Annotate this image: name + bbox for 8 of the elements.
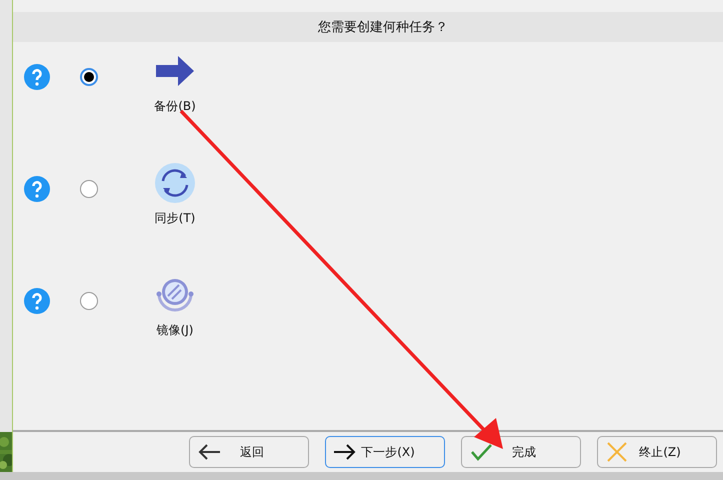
option-label: 镜像(J) <box>156 322 194 339</box>
finish-button[interactable]: 完成 <box>461 436 581 468</box>
back-button[interactable]: 返回 <box>189 436 309 468</box>
option-label: 同步(T) <box>154 210 196 227</box>
next-button[interactable]: 下一步(X) <box>325 436 445 468</box>
dialog-title: 您需要创建何种任务？ <box>318 19 448 36</box>
option-label: 备份(B) <box>154 98 196 115</box>
abort-button[interactable]: 终止(Z) <box>597 436 717 468</box>
